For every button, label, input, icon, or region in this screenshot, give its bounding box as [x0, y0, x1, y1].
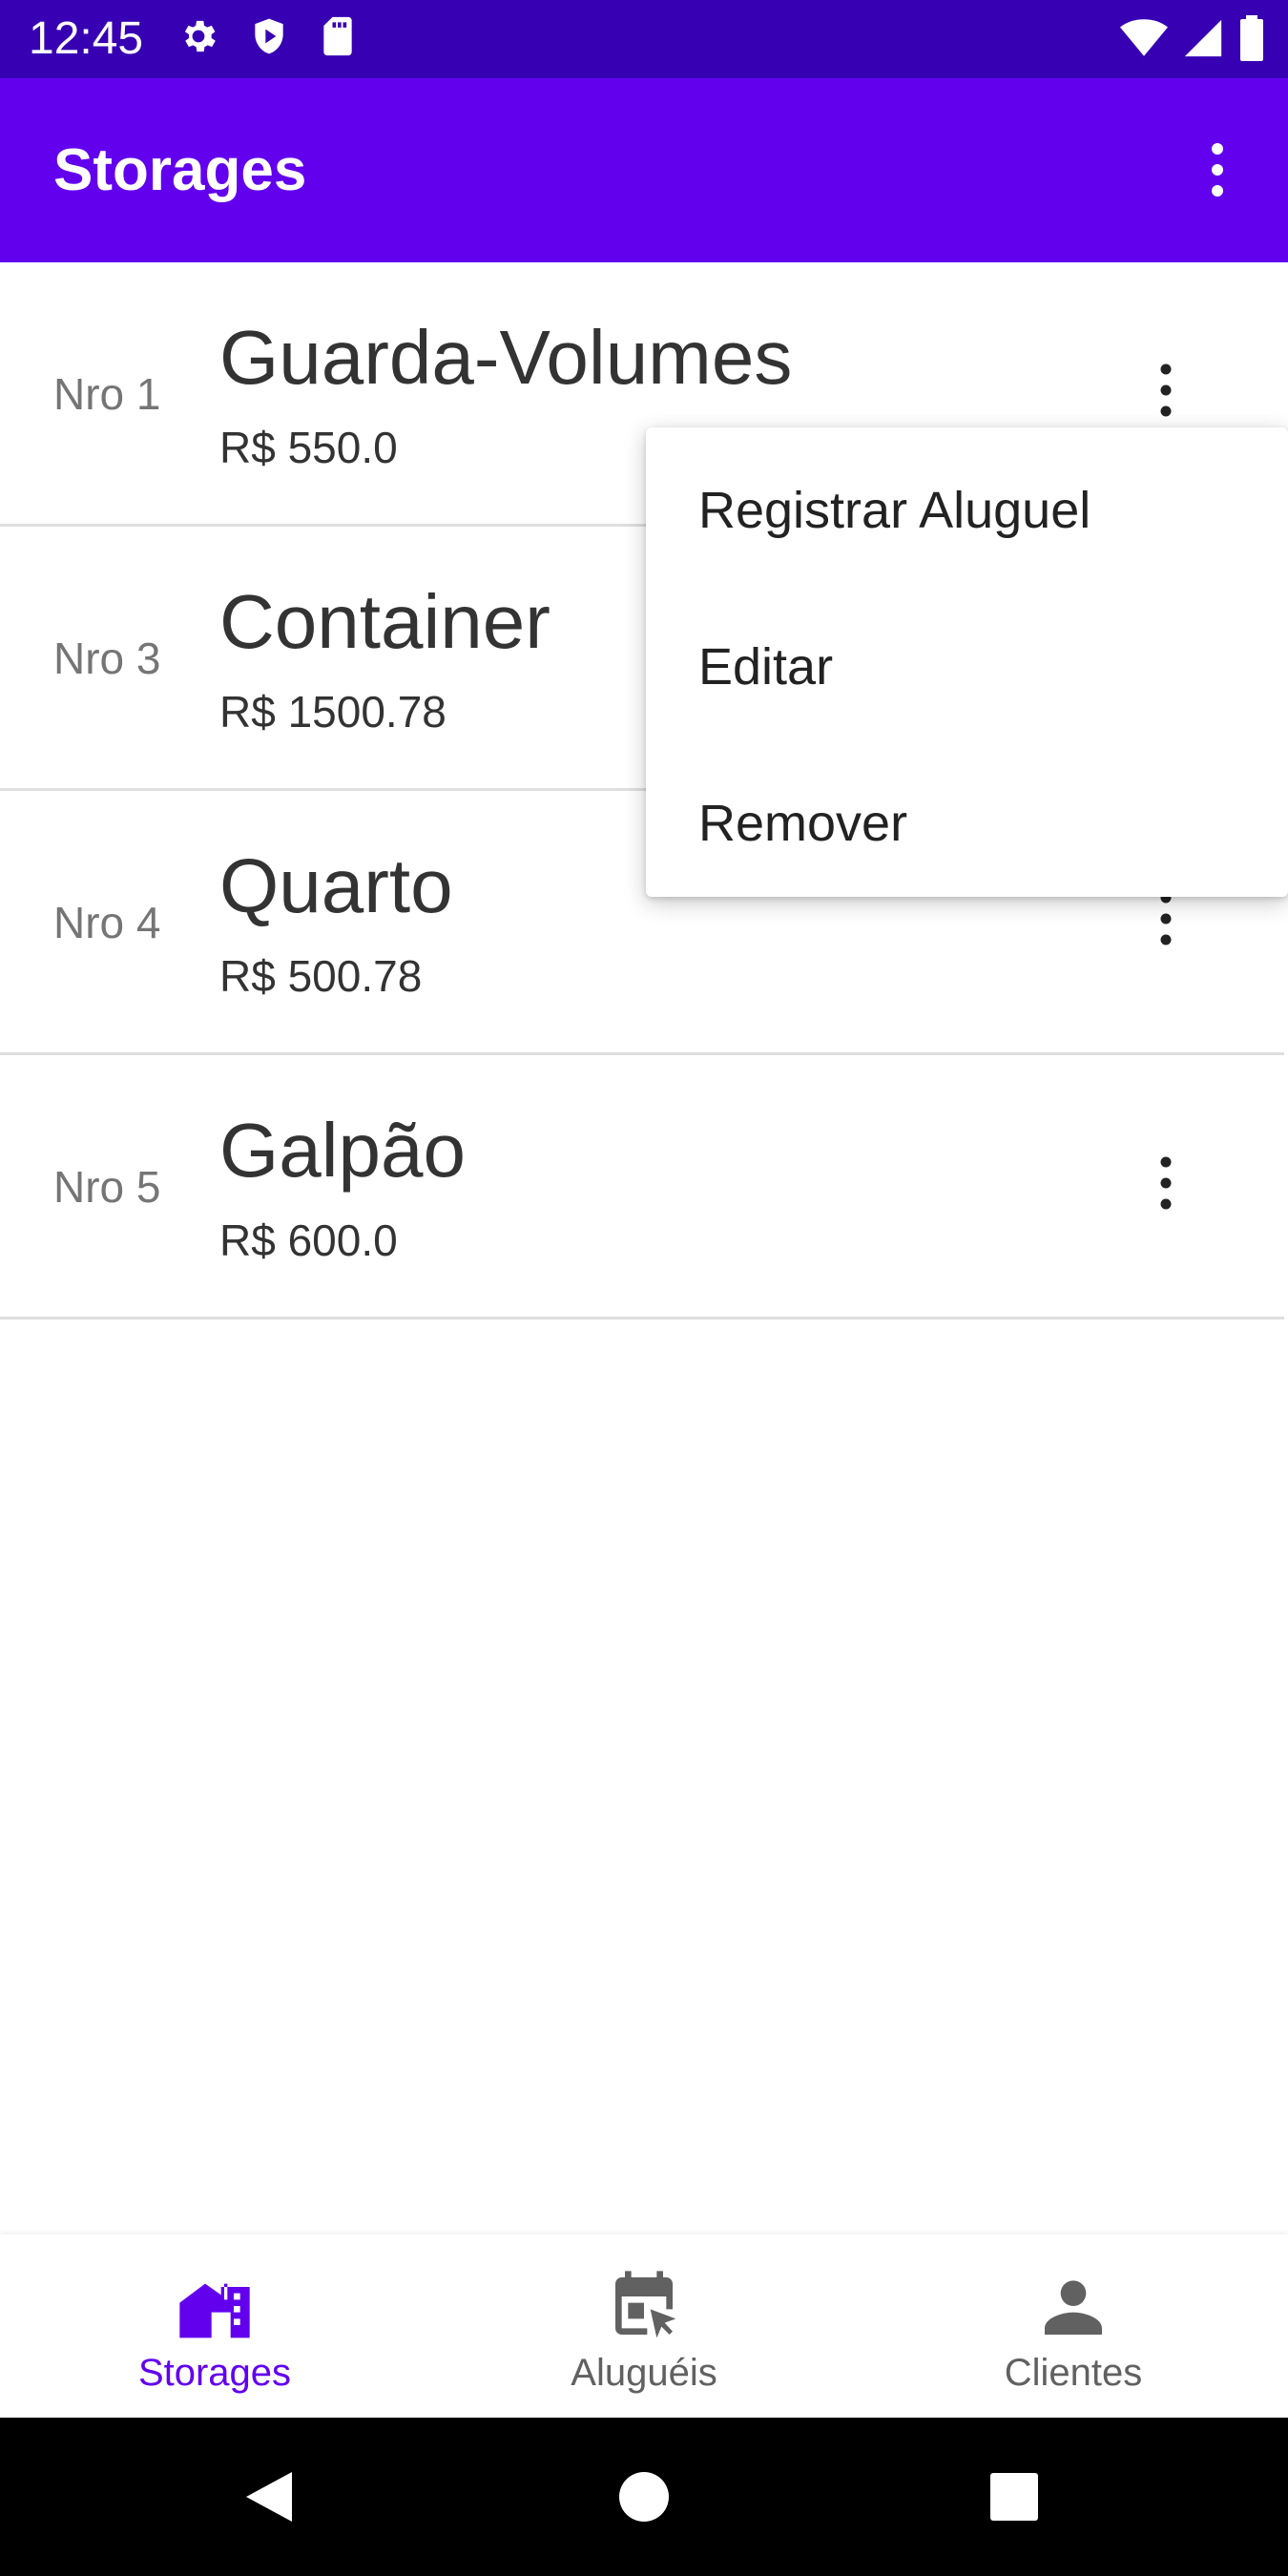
- storage-name: Quarto: [219, 843, 453, 928]
- menu-item-registrar-aluguel[interactable]: Registrar Aluguel: [646, 432, 1288, 589]
- storage-name: Container: [219, 579, 551, 664]
- more-vert-icon: [1160, 364, 1172, 417]
- nav-item-alugueis[interactable]: Aluguéis: [429, 2234, 859, 2418]
- app-bar: Storages: [0, 78, 1288, 262]
- nav-label-clientes: Clientes: [1004, 2352, 1143, 2394]
- storage-name: Galpão: [219, 1108, 466, 1193]
- recents-square-icon: [990, 2473, 1038, 2521]
- bottom-navigation: Storages Aluguéis Clientes: [0, 2234, 1288, 2418]
- nav-item-storages[interactable]: Storages: [0, 2234, 429, 2418]
- battery-icon: [1240, 15, 1263, 61]
- menu-item-remover[interactable]: Remover: [646, 745, 1288, 902]
- nav-label-storages: Storages: [137, 2352, 292, 2394]
- popup-menu: Registrar Aluguel Editar Remover: [646, 427, 1288, 897]
- system-navigation-bar: [0, 2418, 1288, 2576]
- more-vert-icon: [1212, 143, 1223, 197]
- storage-number: Nro 3: [53, 634, 161, 683]
- nav-label-alugueis: Aluguéis: [571, 2352, 717, 2394]
- storage-row-menu-button[interactable]: [1132, 1149, 1200, 1217]
- menu-item-editar[interactable]: Editar: [646, 589, 1288, 745]
- more-vert-icon: [1160, 1156, 1172, 1210]
- back-button[interactable]: [231, 2459, 307, 2535]
- screen: 12:45 Storages Nro 1 Guarda-Volumes R$ 5…: [0, 0, 1288, 2576]
- recents-button[interactable]: [976, 2459, 1052, 2535]
- storage-price: R$ 1500.78: [219, 687, 447, 737]
- signal-icon: [1184, 19, 1222, 57]
- storage-price: R$ 600.0: [219, 1215, 398, 1265]
- storage-price: R$ 550.0: [219, 423, 398, 472]
- storage-number: Nro 5: [53, 1162, 161, 1212]
- status-icons-right: [1120, 15, 1265, 61]
- storage-name: Guarda-Volumes: [219, 315, 793, 400]
- shield-play-icon: [255, 18, 283, 54]
- storage-number: Nro 1: [53, 369, 161, 419]
- app-bar-overflow-button[interactable]: [1183, 135, 1252, 204]
- wifi-icon: [1120, 19, 1168, 56]
- storage-row-menu-button[interactable]: [1132, 356, 1200, 425]
- status-icons-left: [177, 15, 357, 57]
- back-triangle-icon: [246, 2472, 292, 2522]
- page-title: Storages: [53, 137, 307, 203]
- storage-number: Nro 4: [53, 898, 161, 947]
- home-button[interactable]: [606, 2459, 682, 2535]
- nav-item-clientes[interactable]: Clientes: [859, 2234, 1288, 2418]
- status-bar: 12:45: [0, 0, 1288, 78]
- home-circle-icon: [619, 2472, 669, 2522]
- storage-price: R$ 500.78: [219, 951, 423, 1001]
- person-icon: [1045, 2280, 1102, 2335]
- storage-house-icon: [179, 2283, 250, 2338]
- gear-icon: [184, 20, 216, 52]
- sd-card-icon: [323, 16, 352, 56]
- status-time: 12:45: [29, 13, 144, 64]
- storage-row[interactable]: Nro 5 Galpão R$ 600.0: [0, 1055, 1284, 1319]
- calendar-click-icon: [615, 2271, 676, 2338]
